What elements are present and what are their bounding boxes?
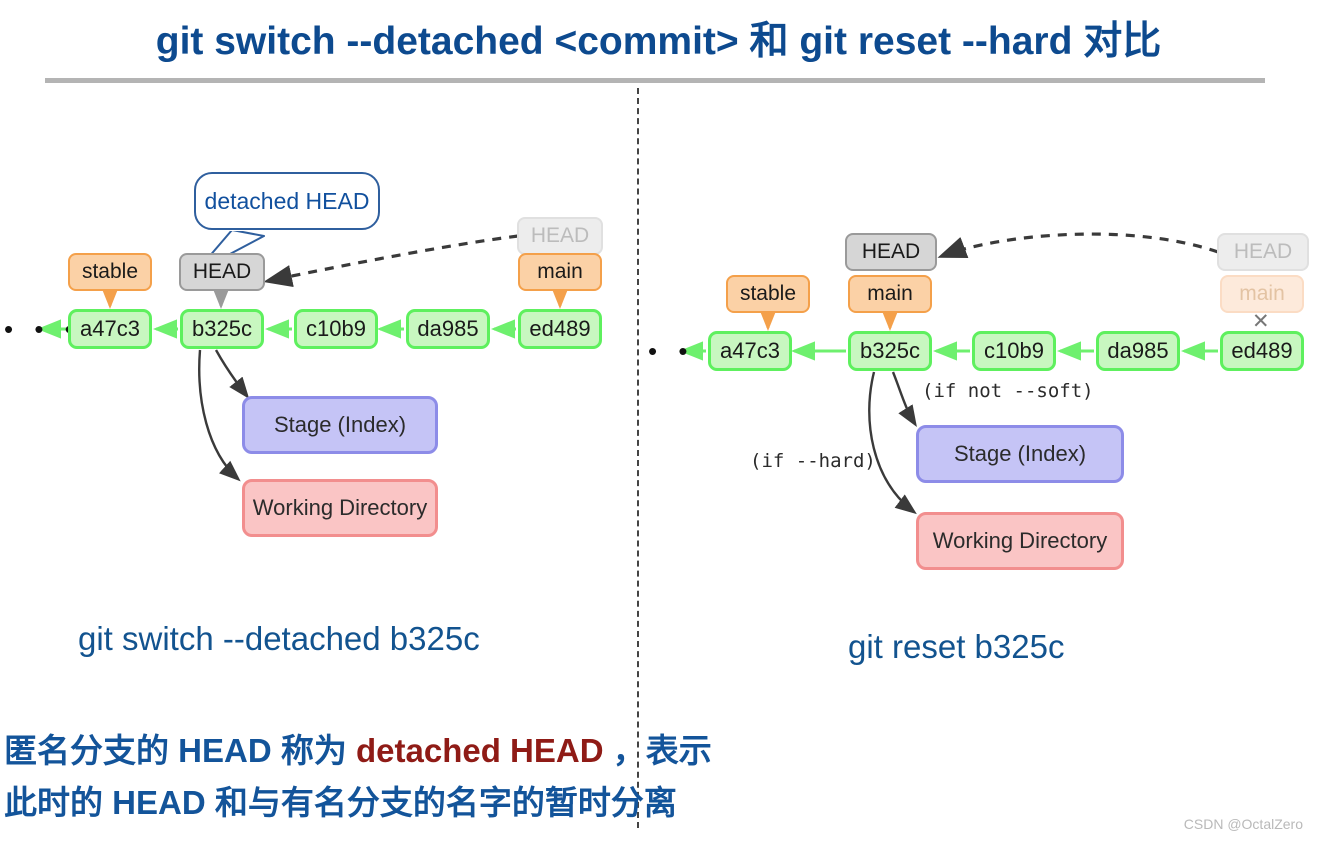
- connector-overlay: [37, 227, 1219, 515]
- watermark: CSDN @OctalZero: [1183, 816, 1303, 832]
- left-commit-b325c[interactable]: b325c: [180, 309, 264, 349]
- note-line-1-highlight: detached HEAD: [356, 732, 604, 769]
- left-commit-c10b9[interactable]: c10b9: [294, 309, 378, 349]
- right-commit-b325c[interactable]: b325c: [848, 331, 932, 371]
- note-line-1-part-c: ，表示: [603, 732, 712, 769]
- note-line-1-part-a: 匿名分支的 HEAD 称为: [4, 732, 357, 769]
- left-ref-stable[interactable]: stable: [68, 253, 152, 291]
- left-commit-b325c-label: b325c: [192, 316, 252, 341]
- left-ref-faded-head-label: HEAD: [530, 224, 590, 247]
- left-commit-da985[interactable]: da985: [406, 309, 490, 349]
- left-working-directory-label: Working Directory: [252, 495, 428, 520]
- left-commit-ed489-label: ed489: [529, 316, 591, 341]
- note-line-2: 此时的 HEAD 和与有名分支的名字的暂时分离: [4, 784, 677, 821]
- left-ref-main-label: main: [537, 260, 583, 283]
- right-ref-head-label: HEAD: [861, 240, 921, 263]
- right-commit-c10b9-label: c10b9: [984, 338, 1044, 363]
- right-ref-faded-head: HEAD: [1217, 233, 1309, 271]
- left-commit-c10b9-label: c10b9: [306, 316, 366, 341]
- right-commit-ed489-label: ed489: [1231, 338, 1293, 363]
- left-caption: git switch --detached b325c: [78, 620, 480, 657]
- left-working-directory-box[interactable]: Working Directory: [242, 479, 438, 537]
- right-stage-index-box[interactable]: Stage (Index): [916, 425, 1124, 483]
- left-commit-da985-label: da985: [417, 316, 479, 341]
- note-line-1: 匿名分支的 HEAD 称为 detached HEAD ，表示: [4, 724, 712, 772]
- right-ref-stable[interactable]: stable: [726, 275, 810, 313]
- left-ref-stable-label: stable: [81, 260, 139, 283]
- left-ref-head[interactable]: HEAD: [179, 253, 265, 291]
- right-ref-faded-head-label: HEAD: [1233, 240, 1293, 263]
- right-commit-a47c3-label: a47c3: [720, 338, 780, 363]
- right-edge-label-soft: (if not --soft): [922, 380, 1094, 402]
- right-commit-da985-label: da985: [1107, 338, 1169, 363]
- right-ref-main-label: main: [867, 282, 913, 305]
- right-ref-stable-label: stable: [739, 282, 797, 305]
- page-title: git switch --detached <commit> 和 git res…: [155, 20, 1162, 63]
- left-commit-a47c3-label: a47c3: [80, 316, 140, 341]
- right-commit-a47c3[interactable]: a47c3: [708, 331, 792, 371]
- left-commit-a47c3[interactable]: a47c3: [68, 309, 152, 349]
- right-caption: git reset b325c: [848, 628, 1065, 665]
- right-ref-main[interactable]: main: [848, 275, 932, 313]
- right-ref-faded-main-label: main: [1239, 282, 1285, 305]
- left-ref-head-label: HEAD: [192, 260, 252, 283]
- right-ref-faded-main: main: [1220, 275, 1304, 313]
- left-ref-faded-head: HEAD: [517, 217, 603, 255]
- detached-head-callout: detached HEAD: [194, 172, 380, 230]
- right-working-directory-label: Working Directory: [932, 528, 1108, 553]
- left-stage-index-label: Stage (Index): [273, 412, 407, 437]
- right-ref-cross-icon: ✕: [1252, 310, 1270, 333]
- right-edge-label-hard: (if --hard): [750, 450, 876, 472]
- title-separator-rule: [45, 78, 1265, 83]
- right-stage-index-label: Stage (Index): [953, 441, 1087, 466]
- right-commit-da985[interactable]: da985: [1096, 331, 1180, 371]
- left-ref-main[interactable]: main: [518, 253, 602, 291]
- center-divider: [637, 88, 639, 828]
- right-ref-head[interactable]: HEAD: [845, 233, 937, 271]
- detached-head-callout-label: detached HEAD: [204, 187, 370, 214]
- right-commit-ed489[interactable]: ed489: [1220, 331, 1304, 371]
- right-commit-c10b9[interactable]: c10b9: [972, 331, 1056, 371]
- right-commit-b325c-label: b325c: [860, 338, 920, 363]
- left-commit-ed489[interactable]: ed489: [518, 309, 602, 349]
- right-working-directory-box[interactable]: Working Directory: [916, 512, 1124, 570]
- left-stage-index-box[interactable]: Stage (Index): [242, 396, 438, 454]
